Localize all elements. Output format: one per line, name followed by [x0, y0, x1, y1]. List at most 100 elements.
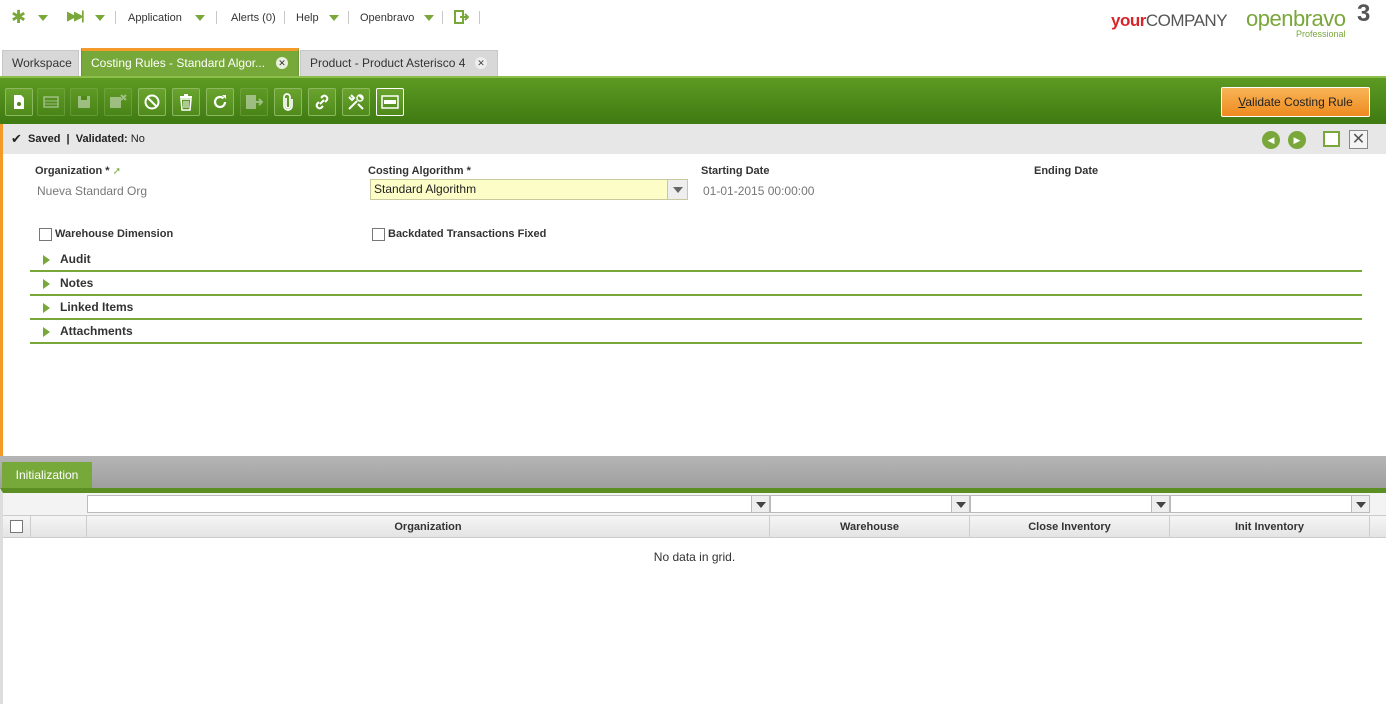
save-button[interactable]	[70, 88, 98, 116]
nav-separator	[115, 11, 116, 24]
trash-icon	[180, 94, 192, 111]
status-text: Saved | Validated: No	[28, 133, 145, 145]
initialization-grid: Organization Warehouse Close Inventory I…	[0, 488, 1386, 704]
starting-date-value: 01-01-2015 00:00:00	[703, 184, 815, 198]
attach-button[interactable]	[274, 88, 302, 116]
row-actions-header	[31, 516, 87, 538]
chevron-down-icon[interactable]	[951, 496, 969, 512]
organization-label: Organization * ➚	[35, 165, 122, 177]
paperclip-icon	[283, 93, 293, 111]
filter-warehouse-input[interactable]	[770, 495, 970, 513]
new-document-button[interactable]	[5, 88, 33, 116]
chevron-down-icon[interactable]	[1351, 496, 1369, 512]
next-record-icon[interactable]: ▶	[1288, 131, 1306, 149]
filter-close-inventory-input[interactable]	[970, 495, 1170, 513]
checkmark-icon: ✔	[11, 131, 22, 146]
openbravo-version-logo: 3	[1357, 0, 1371, 27]
close-icon[interactable]: ✕	[276, 57, 288, 69]
tab-workspace[interactable]: Workspace	[2, 50, 79, 76]
section-attachments[interactable]: Attachments	[30, 320, 1362, 344]
nav-separator	[479, 11, 480, 24]
new-row-button[interactable]	[37, 88, 65, 116]
chevron-down-icon[interactable]	[1151, 496, 1169, 512]
chevron-down-icon[interactable]	[667, 180, 687, 199]
link-icon	[315, 94, 329, 110]
link-arrow-icon[interactable]: ➚	[113, 166, 121, 177]
help-menu[interactable]: Help	[296, 11, 319, 25]
nav-separator	[284, 11, 285, 24]
user-menu[interactable]: Openbravo	[360, 11, 414, 25]
starting-date-label: Starting Date	[701, 165, 770, 177]
quick-launch-caret-icon[interactable]	[95, 15, 105, 21]
nav-separator	[216, 11, 217, 24]
warehouse-dimension-checkbox[interactable]	[39, 228, 52, 241]
quick-launch-icon[interactable]: ▶▶|	[67, 8, 85, 24]
tools-button[interactable]	[342, 88, 370, 116]
refresh-button[interactable]	[206, 88, 234, 116]
select-all-checkbox[interactable]	[10, 520, 23, 533]
save-icon	[78, 96, 90, 108]
openbravo-edition-label: Professional	[1296, 29, 1346, 39]
quick-create-caret-icon[interactable]	[38, 15, 48, 21]
chevron-down-icon[interactable]	[751, 496, 769, 512]
column-header-init-inventory[interactable]: Init Inventory	[1170, 516, 1370, 538]
column-header-organization[interactable]: Organization	[87, 516, 770, 538]
nav-separator	[442, 11, 443, 24]
alerts-menu[interactable]: Alerts (0)	[231, 11, 276, 25]
column-header-close-inventory[interactable]: Close Inventory	[970, 516, 1170, 538]
section-notes[interactable]: Notes	[30, 272, 1362, 296]
costing-algorithm-select[interactable]: Standard Algorithm	[370, 179, 688, 200]
toolbar: Validate Costing Rule	[0, 76, 1386, 124]
close-form-icon[interactable]: ✕	[1349, 130, 1368, 149]
save-close-icon	[110, 94, 127, 108]
grid-view-button[interactable]	[376, 88, 404, 116]
form-view: ✔ Saved | Validated: No ◀ ▶ ✕ Organizati…	[0, 124, 1386, 456]
grid-empty-message: No data in grid.	[653, 550, 736, 564]
warehouse-dimension-label: Warehouse Dimension	[55, 228, 174, 240]
costing-algorithm-label: Costing Algorithm *	[368, 165, 471, 177]
grid-header-row: Organization Warehouse Close Inventory I…	[3, 516, 1386, 538]
application-caret-icon[interactable]	[195, 15, 205, 21]
application-menu[interactable]: Application	[128, 11, 182, 25]
select-all-cell	[3, 516, 31, 538]
top-navigation-bar: ✱ ▶▶| Application Alerts (0) Help Openbr…	[0, 0, 1386, 40]
column-header-warehouse[interactable]: Warehouse	[770, 516, 970, 538]
tab-costing-rules[interactable]: Costing Rules - Standard Algor... ✕	[81, 48, 299, 76]
organization-value: Nueva Standard Org	[37, 184, 148, 198]
validate-costing-rule-button[interactable]: Validate Costing Rule	[1221, 87, 1370, 117]
section-linked-items[interactable]: Linked Items	[30, 296, 1362, 320]
user-caret-icon[interactable]	[424, 15, 434, 21]
expand-arrow-icon	[43, 255, 50, 265]
tab-product[interactable]: Product - Product Asterisco 4 ✕	[300, 50, 498, 76]
backdated-transactions-checkbox[interactable]	[372, 228, 385, 241]
tab-label: Product - Product Asterisco 4	[310, 56, 466, 70]
filter-init-inventory-input[interactable]	[1170, 495, 1370, 513]
delete-button[interactable]	[172, 88, 200, 116]
child-tabbar: Initialization	[0, 456, 1386, 492]
export-button[interactable]	[240, 88, 268, 116]
backdated-transactions-label: Backdated Transactions Fixed	[388, 228, 547, 240]
link-button[interactable]	[308, 88, 336, 116]
new-document-icon	[14, 95, 24, 109]
new-row-icon	[43, 96, 59, 108]
expand-arrow-icon	[43, 327, 50, 337]
refresh-icon	[213, 95, 227, 109]
cancel-icon	[144, 94, 160, 110]
previous-record-icon[interactable]: ◀	[1262, 131, 1280, 149]
grid-filter-row	[3, 493, 1386, 516]
window-tabbar: Workspace Costing Rules - Standard Algor…	[0, 48, 1386, 76]
company-logo: yourCOMPANY	[1111, 11, 1228, 30]
help-caret-icon[interactable]	[329, 15, 339, 21]
section-audit[interactable]: Audit	[30, 248, 1362, 272]
filter-organization-input[interactable]	[87, 495, 770, 513]
close-icon[interactable]: ✕	[475, 57, 487, 69]
expand-arrow-icon	[43, 303, 50, 313]
save-close-button[interactable]	[104, 88, 132, 116]
expand-arrow-icon	[43, 279, 50, 289]
logout-icon[interactable]	[454, 10, 470, 24]
quick-create-icon[interactable]: ✱	[11, 7, 26, 28]
undo-button[interactable]	[138, 88, 166, 116]
ending-date-label: Ending Date	[1034, 165, 1099, 177]
tab-label: Costing Rules - Standard Algor...	[91, 56, 266, 70]
maximize-icon[interactable]	[1323, 131, 1340, 147]
